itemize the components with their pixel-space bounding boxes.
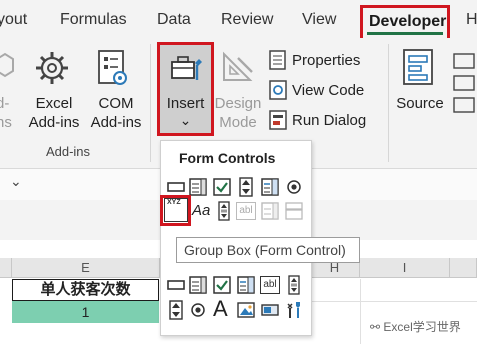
- gridline: [310, 301, 477, 302]
- column-header-i[interactable]: I: [360, 258, 450, 278]
- activex-button-icon[interactable]: [166, 275, 186, 295]
- excel-addins-line1: Excel: [35, 95, 73, 112]
- activex-toggle-button-icon[interactable]: [260, 300, 280, 320]
- gear-icon: [36, 52, 68, 84]
- com-addins-line1: COM: [98, 95, 134, 112]
- text-field-icon-disabled: abl: [236, 202, 256, 220]
- activex-spin-button-icon[interactable]: [166, 300, 186, 320]
- addins-group-label: Add-ins: [45, 144, 91, 159]
- design-mode-line1: Design: [214, 95, 262, 112]
- design-mode-label: Design Mode: [212, 94, 264, 132]
- list-box-icon[interactable]: [260, 177, 280, 197]
- properties-icon: [269, 50, 286, 70]
- watermark: ⚯ Excel学习世界: [370, 318, 461, 335]
- label-control-icon[interactable]: Aa: [192, 202, 210, 219]
- view-code-icon: [269, 80, 287, 100]
- combo-box-icon[interactable]: [188, 177, 208, 197]
- scroll-bar-icon[interactable]: [214, 201, 234, 221]
- activex-option-button-icon[interactable]: [188, 300, 208, 320]
- excel-addins-label: Excel Add-ins: [26, 94, 82, 132]
- com-addins-label: COM Add-ins: [86, 94, 146, 132]
- properties-label: Properties: [292, 52, 361, 69]
- tab-formulas[interactable]: Formulas: [60, 11, 127, 29]
- tab-review[interactable]: Review: [221, 11, 273, 29]
- active-tab-underline: [367, 32, 443, 35]
- wechat-icon: ⚯: [370, 320, 384, 334]
- tab-view[interactable]: View: [302, 11, 336, 29]
- design-mode-line2: Mode: [219, 114, 257, 131]
- addins-partial-line1: d-: [0, 95, 10, 112]
- hexagon-icon: [0, 52, 14, 78]
- tab-data[interactable]: Data: [157, 11, 191, 29]
- toolbox-icon: [171, 56, 202, 80]
- com-addins-icon: [98, 50, 127, 85]
- option-button-icon[interactable]: [284, 177, 304, 197]
- cell-e2[interactable]: 单人获客次数: [12, 279, 159, 301]
- cell-e3[interactable]: 1: [12, 301, 159, 323]
- form-controls-title: Form Controls: [179, 150, 276, 166]
- activex-text-box-icon[interactable]: abl: [260, 276, 280, 294]
- view-code-label: View Code: [292, 82, 365, 99]
- tab-developer[interactable]: Developer: [360, 5, 450, 41]
- chevron-down-icon: ⌄: [179, 112, 192, 128]
- ribbon-tabs: yout Formulas Data Review View Developer…: [0, 0, 477, 41]
- watermark-text: Excel学习世界: [383, 320, 461, 334]
- button-control-icon[interactable]: [166, 177, 186, 197]
- group-box-tooltip: Group Box (Form Control): [176, 237, 360, 263]
- design-mode-icon: [223, 51, 253, 81]
- check-box-icon[interactable]: [212, 177, 232, 197]
- activex-check-box-icon[interactable]: [212, 275, 232, 295]
- activex-list-box-icon[interactable]: [236, 275, 256, 295]
- tab-partial[interactable]: H: [466, 11, 477, 29]
- xml-source-icon: [403, 49, 433, 85]
- activex-combo-box-icon[interactable]: [188, 275, 208, 295]
- spin-button-icon[interactable]: [236, 177, 256, 197]
- com-addins-line2: Add-ins: [90, 114, 142, 131]
- activex-scroll-bar-icon[interactable]: [284, 275, 304, 295]
- activex-image-icon[interactable]: [236, 300, 256, 320]
- tab-layout[interactable]: yout: [0, 11, 27, 29]
- formula-bar-chevron-icon[interactable]: ⌄: [10, 173, 22, 190]
- addins-partial-line2: ns: [0, 114, 12, 131]
- group-separator: [150, 44, 151, 162]
- tab-developer-label: Developer: [369, 13, 447, 30]
- more-controls-icon[interactable]: [284, 300, 304, 320]
- column-header-partial[interactable]: [450, 258, 477, 278]
- group-separator: [388, 44, 389, 162]
- xml-icons-partial: [453, 53, 475, 113]
- column-header-e[interactable]: E: [12, 258, 160, 278]
- column-header-spacer: [0, 258, 12, 278]
- excel-addins-line2: Add-ins: [28, 114, 80, 131]
- run-dialog-icon: [269, 110, 287, 130]
- addins-partial-label: d- ns: [0, 94, 12, 132]
- group-box-highlight: [160, 195, 191, 226]
- source-label: Source: [396, 95, 444, 112]
- combo-list-edit-icon-disabled: [261, 202, 279, 220]
- run-dialog-label: Run Dialog: [292, 112, 367, 129]
- activex-label-icon[interactable]: A: [213, 296, 228, 322]
- gridline: [360, 279, 361, 344]
- insert-button[interactable]: Insert ⌄: [157, 42, 214, 136]
- combo-dropdown-edit-icon-disabled: [285, 202, 303, 220]
